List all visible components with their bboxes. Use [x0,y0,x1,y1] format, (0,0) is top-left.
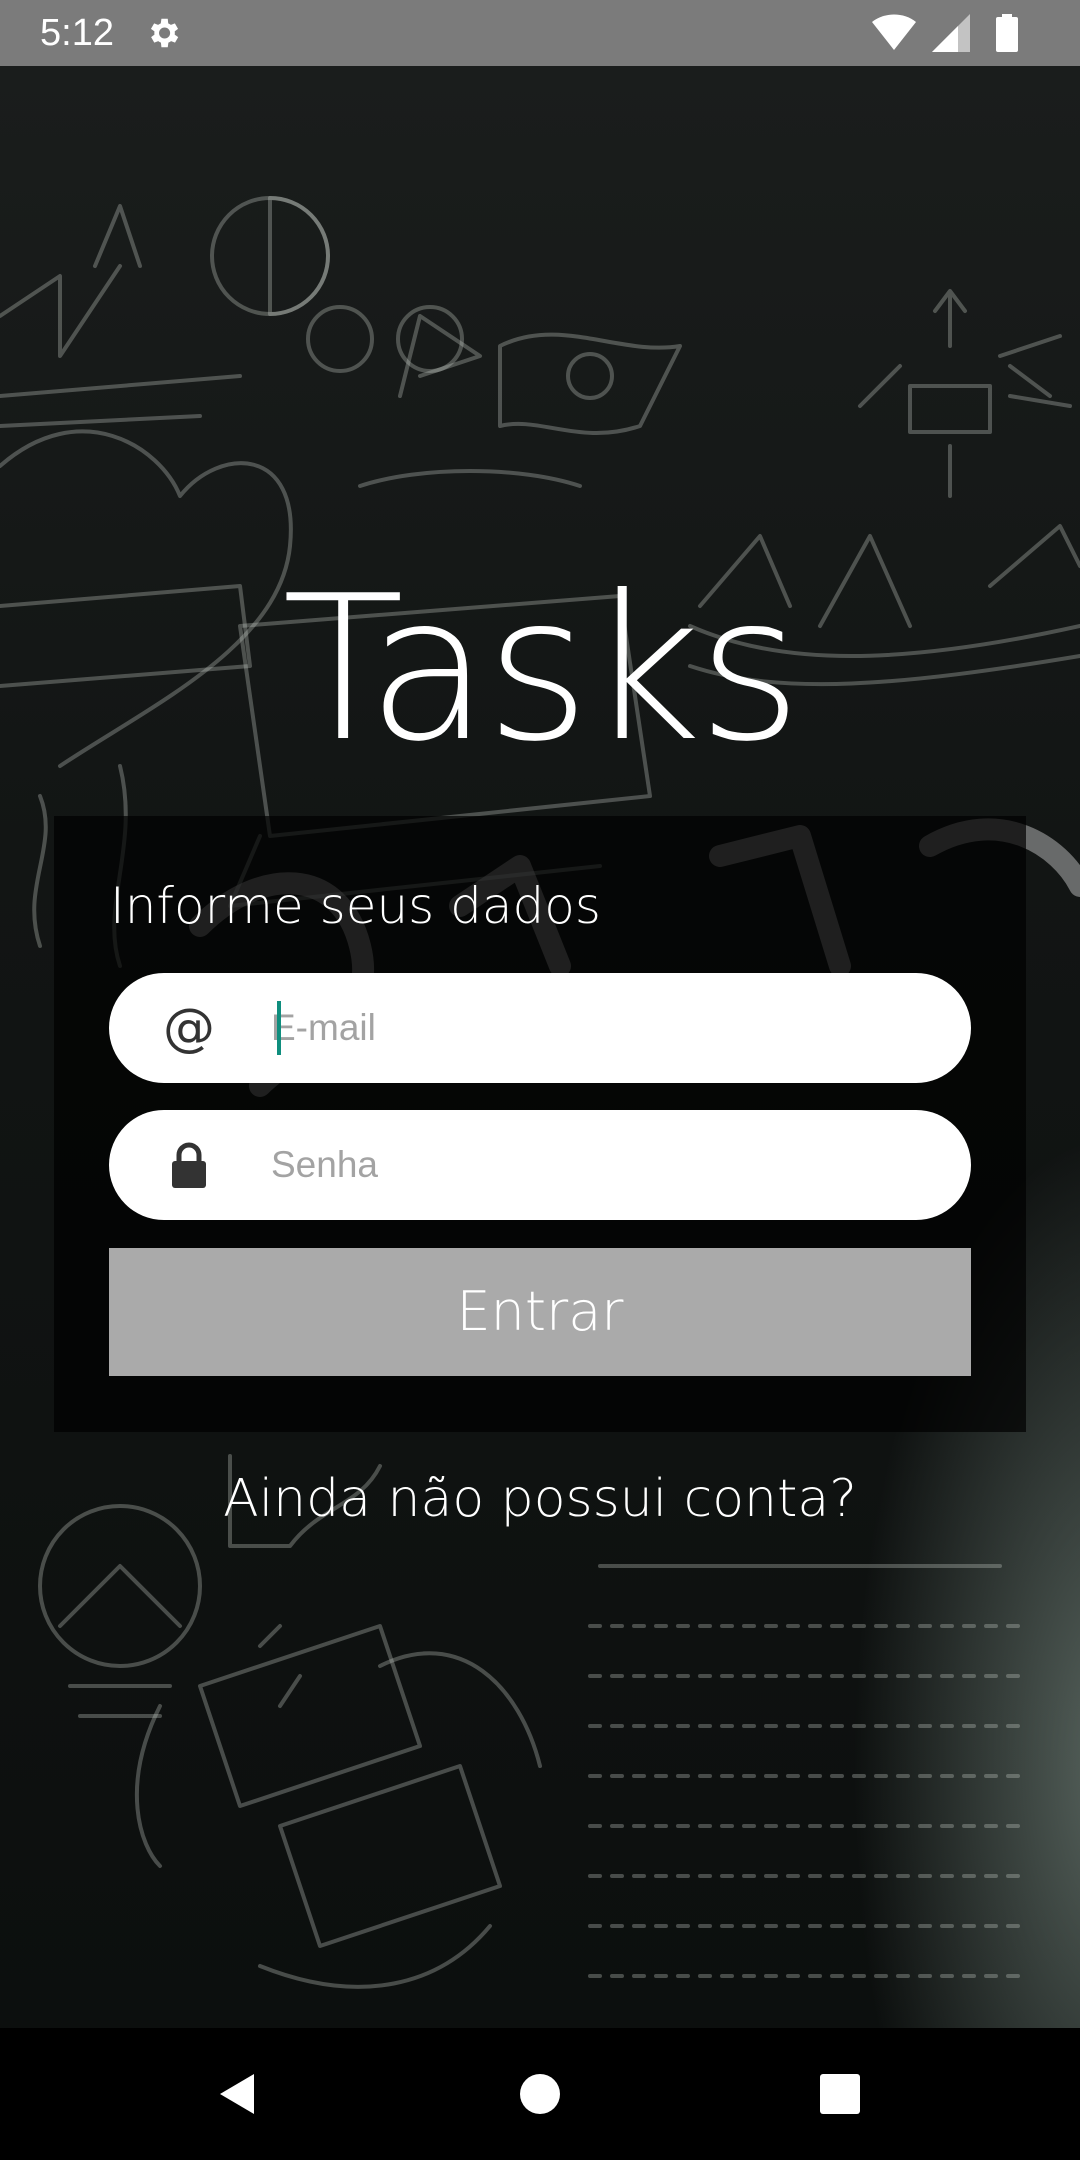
form-subtitle: Informe seus dados [110,877,601,935]
password-input[interactable] [271,1110,931,1220]
login-form: Informe seus dados @ Entrar [54,816,1026,1432]
battery-icon [996,14,1018,52]
email-field[interactable]: @ [109,973,971,1083]
lock-icon [109,1110,269,1220]
text-cursor [277,1001,281,1055]
login-screen: 5:12 Tasks Informe seus dados @ E-mail E… [0,0,1080,2160]
login-button[interactable]: Entrar [109,1248,971,1376]
back-button-icon[interactable] [210,2064,270,2124]
home-button-icon[interactable] [510,2064,570,2124]
app-title: Tasks [282,553,802,786]
email-input[interactable] [271,973,931,1083]
navigation-bar [0,2028,1080,2160]
signal-icon [932,14,970,52]
at-icon: @ [163,998,215,1058]
status-time: 5:12 [40,12,114,54]
status-bar: 5:12 [0,0,1080,66]
settings-icon [150,18,179,48]
password-field[interactable] [109,1110,971,1220]
recents-button-icon[interactable] [810,2064,870,2124]
status-icons [872,14,1042,52]
wifi-icon [872,14,916,50]
register-link[interactable]: Ainda não possui conta? [0,1464,1080,1534]
